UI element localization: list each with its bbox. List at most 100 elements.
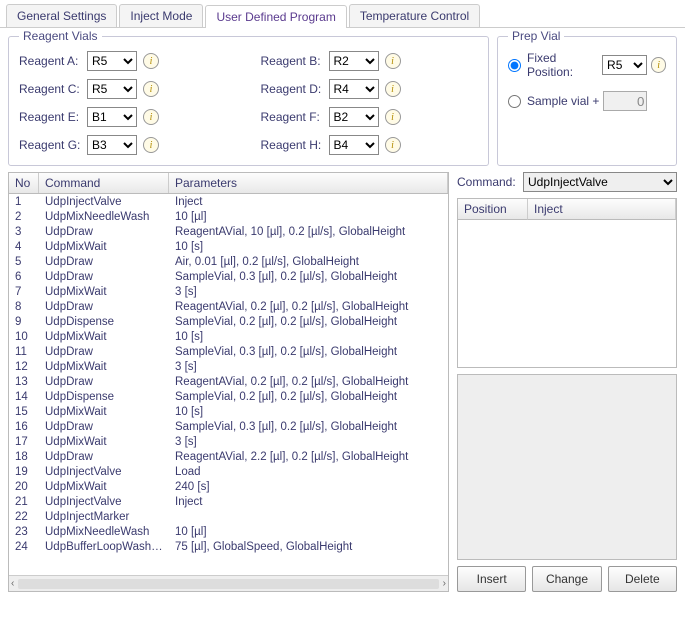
reagent-label: Reagent H: — [261, 138, 323, 152]
col-parameters[interactable]: Parameters — [169, 173, 448, 193]
cell-command: UdpDispense — [39, 314, 169, 329]
reagent-row: Reagent E:B1i — [19, 107, 237, 127]
tab-user-defined-program[interactable]: User Defined Program — [205, 5, 346, 28]
sample-vial-spinner[interactable] — [603, 91, 647, 111]
info-icon[interactable]: i — [385, 109, 401, 125]
cell-params: ReagentAVial, 10 [µl], 0.2 [µl/s], Globa… — [169, 224, 448, 239]
col-no[interactable]: No — [9, 173, 39, 193]
table-row[interactable]: 16UdpDrawSampleVial, 0.3 [µl], 0.2 [µl/s… — [9, 419, 448, 434]
info-icon[interactable]: i — [385, 137, 401, 153]
cell-no: 11 — [9, 344, 39, 359]
table-row[interactable]: 14UdpDispenseSampleVial, 0.2 [µl], 0.2 [… — [9, 389, 448, 404]
table-row[interactable]: 17UdpMixWait3 [s] — [9, 434, 448, 449]
reagent-vials-group: Reagent Vials Reagent A:R5iReagent B:R2i… — [8, 36, 489, 166]
reagent-select[interactable]: B2 — [329, 107, 379, 127]
fixed-position-label: Fixed Position: — [527, 51, 598, 79]
fixed-position-select[interactable]: R5 — [602, 55, 647, 75]
reagent-select[interactable]: R4 — [329, 79, 379, 99]
sample-vial-label: Sample vial + — [527, 94, 599, 108]
table-row[interactable]: 12UdpMixWait3 [s] — [9, 359, 448, 374]
cell-params: SampleVial, 0.3 [µl], 0.2 [µl/s], Global… — [169, 419, 448, 434]
info-icon[interactable]: i — [143, 81, 159, 97]
table-row[interactable]: 8UdpDrawReagentAVial, 0.2 [µl], 0.2 [µl/… — [9, 299, 448, 314]
table-row[interactable]: 20UdpMixWait240 [s] — [9, 479, 448, 494]
sample-vial-radio[interactable] — [508, 95, 521, 108]
cell-no: 8 — [9, 299, 39, 314]
reagent-select[interactable]: R2 — [329, 51, 379, 71]
cell-command: UdpDraw — [39, 344, 169, 359]
cell-params: 10 [s] — [169, 404, 448, 419]
scroll-right-icon[interactable]: › — [443, 578, 446, 589]
cell-command: UdpDraw — [39, 419, 169, 434]
info-icon[interactable]: i — [385, 81, 401, 97]
table-row[interactable]: 15UdpMixWait10 [s] — [9, 404, 448, 419]
table-row[interactable]: 10UdpMixWait10 [s] — [9, 329, 448, 344]
table-row[interactable]: 19UdpInjectValveLoad — [9, 464, 448, 479]
program-table: No Command Parameters 1UdpInjectValveInj… — [8, 172, 449, 592]
command-select[interactable]: UdpInjectValve — [523, 172, 677, 192]
table-row[interactable]: 3UdpDrawReagentAVial, 10 [µl], 0.2 [µl/s… — [9, 224, 448, 239]
cell-command: UdpMixWait — [39, 239, 169, 254]
info-icon[interactable]: i — [385, 53, 401, 69]
horizontal-scrollbar[interactable]: ‹ › — [9, 575, 448, 591]
table-row[interactable]: 1UdpInjectValveInject — [9, 194, 448, 209]
table-row[interactable]: 7UdpMixWait3 [s] — [9, 284, 448, 299]
cell-params: ReagentAVial, 0.2 [µl], 0.2 [µl/s], Glob… — [169, 299, 448, 314]
cell-params: 10 [s] — [169, 239, 448, 254]
param-col-value[interactable]: Inject — [528, 199, 676, 220]
table-row[interactable]: 22UdpInjectMarker — [9, 509, 448, 524]
table-row[interactable]: 2UdpMixNeedleWash10 [µl] — [9, 209, 448, 224]
info-icon[interactable]: i — [143, 137, 159, 153]
cell-command: UdpMixWait — [39, 404, 169, 419]
cell-params: ReagentAVial, 2.2 [µl], 0.2 [µl/s], Glob… — [169, 449, 448, 464]
cell-params: Air, 0.01 [µl], 0.2 [µl/s], GlobalHeight — [169, 254, 448, 269]
tab-general-settings[interactable]: General Settings — [6, 4, 117, 27]
table-row[interactable]: 9UdpDispenseSampleVial, 0.2 [µl], 0.2 [µ… — [9, 314, 448, 329]
scroll-track[interactable] — [18, 579, 438, 589]
cell-params: 75 [µl], GlobalSpeed, GlobalHeight — [169, 539, 448, 554]
delete-button[interactable]: Delete — [608, 566, 677, 592]
table-row[interactable]: 21UdpInjectValveInject — [9, 494, 448, 509]
table-row[interactable]: 24UdpBufferLoopWashAf...75 [µl], GlobalS… — [9, 539, 448, 554]
cell-params: 10 [µl] — [169, 209, 448, 224]
cell-no: 20 — [9, 479, 39, 494]
table-row[interactable]: 4UdpMixWait10 [s] — [9, 239, 448, 254]
tab-inject-mode[interactable]: Inject Mode — [119, 4, 203, 27]
reagent-vials-title: Reagent Vials — [19, 29, 102, 43]
info-icon[interactable]: i — [143, 109, 159, 125]
cell-command: UdpDraw — [39, 254, 169, 269]
table-row[interactable]: 13UdpDrawReagentAVial, 0.2 [µl], 0.2 [µl… — [9, 374, 448, 389]
cell-params: SampleVial, 0.3 [µl], 0.2 [µl/s], Global… — [169, 269, 448, 284]
cell-no: 18 — [9, 449, 39, 464]
col-command[interactable]: Command — [39, 173, 169, 193]
cell-no: 15 — [9, 404, 39, 419]
table-row[interactable]: 6UdpDrawSampleVial, 0.3 [µl], 0.2 [µl/s]… — [9, 269, 448, 284]
reagent-row: Reagent F:B2i — [261, 107, 479, 127]
info-icon[interactable]: i — [651, 57, 666, 73]
reagent-select[interactable]: B1 — [87, 107, 137, 127]
table-row[interactable]: 23UdpMixNeedleWash10 [µl] — [9, 524, 448, 539]
param-col-position[interactable]: Position — [458, 199, 528, 220]
cell-no: 5 — [9, 254, 39, 269]
insert-button[interactable]: Insert — [457, 566, 526, 592]
reagent-row: Reagent D:R4i — [261, 79, 479, 99]
fixed-position-radio[interactable] — [508, 59, 521, 72]
tab-temperature-control[interactable]: Temperature Control — [349, 4, 480, 27]
parameter-table: Position Inject — [457, 198, 677, 368]
cell-no: 1 — [9, 194, 39, 209]
table-row[interactable]: 5UdpDrawAir, 0.01 [µl], 0.2 [µl/s], Glob… — [9, 254, 448, 269]
cell-command: UdpDraw — [39, 299, 169, 314]
scroll-left-icon[interactable]: ‹ — [11, 578, 14, 589]
table-row[interactable]: 18UdpDrawReagentAVial, 2.2 [µl], 0.2 [µl… — [9, 449, 448, 464]
cell-command: UdpDraw — [39, 269, 169, 284]
reagent-select[interactable]: R5 — [87, 79, 137, 99]
reagent-select[interactable]: B4 — [329, 135, 379, 155]
table-row[interactable]: 11UdpDrawSampleVial, 0.3 [µl], 0.2 [µl/s… — [9, 344, 448, 359]
change-button[interactable]: Change — [532, 566, 601, 592]
info-icon[interactable]: i — [143, 53, 159, 69]
cell-no: 13 — [9, 374, 39, 389]
reagent-select[interactable]: B3 — [87, 135, 137, 155]
reagent-select[interactable]: R5 — [87, 51, 137, 71]
cell-params: 10 [s] — [169, 329, 448, 344]
cell-no: 3 — [9, 224, 39, 239]
